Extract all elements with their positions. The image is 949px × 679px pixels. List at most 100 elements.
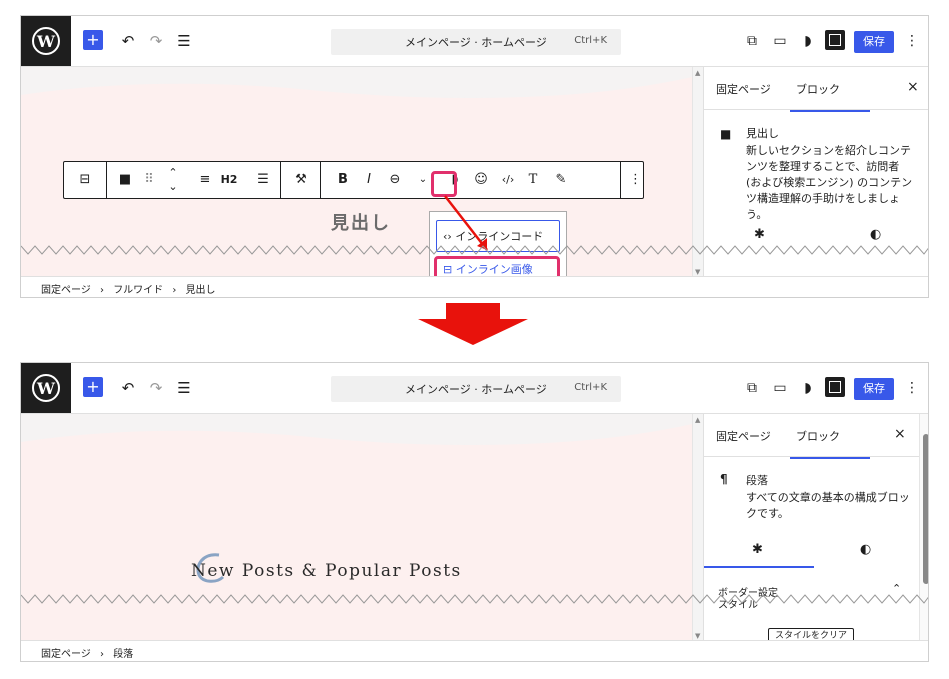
more-formats-chevron-icon[interactable]: ⌄ xyxy=(413,171,433,189)
options-menu-icon[interactable]: ⋮ xyxy=(905,377,919,399)
scroll-up-icon[interactable]: ▲ xyxy=(695,416,700,424)
svg-text:W: W xyxy=(36,379,56,398)
editor-top-bar: W + ↶ ↷ ☰ メインページ · ホームページ Ctrl+K ⧉ ▭ ◗ 保… xyxy=(21,16,928,67)
link-icon[interactable]: ⊖ xyxy=(385,171,405,189)
gear-icon[interactable]: ✱ xyxy=(752,542,763,557)
toolbar-group-more: ⋮ xyxy=(620,162,645,198)
sidebar-tabs: 固定ページ ブロック × xyxy=(704,67,928,112)
close-sidebar-button[interactable]: × xyxy=(907,79,919,95)
block-toolbar: ⊟ ■ ⠿ ⌃ ⌄ ≡ H2 ☰ ⚒ B I ⊖ ⌄ ◗ ☺ ‹/› T ✎ ⋮ xyxy=(63,161,644,199)
undo-icon[interactable]: ↶ xyxy=(117,30,139,52)
add-block-button[interactable]: + xyxy=(83,377,103,397)
wordpress-icon: W xyxy=(32,374,60,402)
options-menu-icon[interactable]: ⋮ xyxy=(905,30,919,52)
external-view-icon[interactable]: ⧉ xyxy=(741,30,763,52)
breadcrumb-separator: › xyxy=(172,285,177,296)
settings-sidebar: 固定ページ ブロック × ¶ 段落 すべての文章の基本の構成ブロックです。 ✱ … xyxy=(703,414,920,642)
block-title: 見出し xyxy=(746,127,779,140)
active-tab-indicator xyxy=(704,566,814,568)
heading-text[interactable]: 見出し xyxy=(331,209,391,235)
cut-line xyxy=(21,245,928,255)
block-options-icon[interactable]: ⋮ xyxy=(629,171,642,189)
command-palette-bar[interactable]: メインページ · ホームページ Ctrl+K xyxy=(331,29,621,55)
italic-button[interactable]: I xyxy=(361,171,377,189)
gear-icon[interactable]: ✱ xyxy=(754,227,765,242)
settings-toggle-icon[interactable] xyxy=(825,30,845,50)
wordpress-icon: W xyxy=(32,27,60,55)
text-align-icon[interactable]: ☰ xyxy=(254,171,272,189)
document-overview-icon[interactable]: ☰ xyxy=(173,377,195,399)
decorative-wave xyxy=(21,414,692,446)
scroll-down-icon[interactable]: ▼ xyxy=(695,632,700,640)
align-icon[interactable]: ≡ xyxy=(197,171,213,189)
save-button[interactable]: 保存 xyxy=(854,378,894,400)
device-preview-icon[interactable]: ▭ xyxy=(769,30,791,52)
styles-icon[interactable]: ◐ xyxy=(860,542,871,557)
close-sidebar-button[interactable]: × xyxy=(894,426,906,442)
document-overview-icon[interactable]: ☰ xyxy=(173,30,195,52)
breadcrumb-item[interactable]: 段落 xyxy=(113,649,133,660)
editor-screenshot-after: W + ↶ ↷ ☰ メインページ · ホームページ Ctrl+K ⧉ ▭ ◗ 保… xyxy=(20,362,929,662)
tab-page[interactable]: 固定ページ xyxy=(716,81,771,97)
block-description: 新しいセクションを紹介しコンテンツを整理することで、訪問者 (および検索エンジン… xyxy=(746,144,913,221)
tab-block[interactable]: ブロック xyxy=(790,428,870,459)
bookmark-icon: ■ xyxy=(720,127,732,141)
block-title: 段落 xyxy=(746,474,768,487)
tab-block[interactable]: ブロック xyxy=(790,81,870,112)
block-description: すべての文章の基本の構成ブロックです。 xyxy=(746,491,910,520)
paint-roller-icon[interactable]: ⚒ xyxy=(291,171,311,189)
highlight-pen-icon[interactable]: ✎ xyxy=(551,171,571,189)
drag-handle-icon[interactable]: ⠿ xyxy=(141,171,157,189)
page-title: メインページ · ホームページ xyxy=(405,383,547,396)
add-block-button[interactable]: + xyxy=(83,30,103,50)
breadcrumb-item[interactable]: 見出し xyxy=(186,285,216,296)
save-button[interactable]: 保存 xyxy=(854,31,894,53)
block-transform-icon[interactable]: ⊟ xyxy=(74,171,96,189)
breadcrumb-item[interactable]: 固定ページ xyxy=(41,649,91,660)
font-size-icon[interactable]: T xyxy=(523,171,543,189)
plugin-leaf-icon[interactable]: ◗ xyxy=(797,30,819,52)
section-title[interactable]: New Posts & Popular Posts xyxy=(191,561,462,581)
page-title: メインページ · ホームページ xyxy=(405,36,547,49)
breadcrumb-item[interactable]: フルワイド xyxy=(113,285,163,296)
command-palette-bar[interactable]: メインページ · ホームページ Ctrl+K xyxy=(331,376,621,402)
scroll-down-icon[interactable]: ▼ xyxy=(695,268,700,276)
scroll-up-icon[interactable]: ▲ xyxy=(695,69,700,77)
editor-top-bar: W + ↶ ↷ ☰ メインページ · ホームページ Ctrl+K ⧉ ▭ ◗ 保… xyxy=(21,363,928,414)
breadcrumb: 固定ページ › フルワイド › 見出し xyxy=(41,281,222,296)
breadcrumb-item[interactable]: 固定ページ xyxy=(41,285,91,296)
shortcut-hint: Ctrl+K xyxy=(574,35,607,46)
breadcrumb-bar: 固定ページ › フルワイド › 見出し xyxy=(21,276,928,297)
code-icon[interactable]: ‹/› xyxy=(497,171,519,189)
editor-screenshot-before: W + ↶ ↷ ☰ メインページ · ホームページ Ctrl+K ⧉ ▭ ◗ 保… xyxy=(20,15,929,298)
heading-level-button[interactable]: H2 xyxy=(219,171,239,189)
redo-icon[interactable]: ↷ xyxy=(145,30,167,52)
emoji-icon[interactable]: ☺ xyxy=(471,171,491,189)
shortcut-hint: Ctrl+K xyxy=(574,382,607,393)
wordpress-logo-button[interactable]: W xyxy=(21,363,71,413)
plugin-leaf-icon[interactable]: ◗ xyxy=(797,377,819,399)
sidebar-scrollbar[interactable] xyxy=(919,414,928,642)
bold-button[interactable]: B xyxy=(335,171,351,189)
device-preview-icon[interactable]: ▭ xyxy=(769,377,791,399)
cut-line xyxy=(21,594,928,604)
scroll-thumb[interactable] xyxy=(923,434,928,584)
redo-icon[interactable]: ↷ xyxy=(145,377,167,399)
transition-arrow-icon xyxy=(418,303,528,345)
breadcrumb: 固定ページ › 段落 xyxy=(41,645,139,660)
sidebar-tabs: 固定ページ ブロック × xyxy=(704,414,920,459)
breadcrumb-separator: › xyxy=(100,649,104,660)
undo-icon[interactable]: ↶ xyxy=(117,377,139,399)
external-view-icon[interactable]: ⧉ xyxy=(741,377,763,399)
editor-canvas[interactable]: New Posts & Popular Posts xyxy=(21,414,692,642)
bookmark-icon[interactable]: ■ xyxy=(117,171,133,189)
wordpress-logo-button[interactable]: W xyxy=(21,16,71,66)
tab-page[interactable]: 固定ページ xyxy=(716,428,771,444)
inline-image-label: インライン画像 xyxy=(455,263,533,276)
toolbar-group-heading: ■ ⠿ ⌃ ⌄ ≡ H2 xyxy=(106,162,247,198)
move-updown-icon[interactable]: ⌃ ⌄ xyxy=(165,166,181,194)
paragraph-icon: ¶ xyxy=(720,472,728,486)
settings-toggle-icon[interactable] xyxy=(825,377,845,397)
styles-icon[interactable]: ◐ xyxy=(870,227,881,242)
toolbar-group-style: ⚒ xyxy=(280,162,321,198)
